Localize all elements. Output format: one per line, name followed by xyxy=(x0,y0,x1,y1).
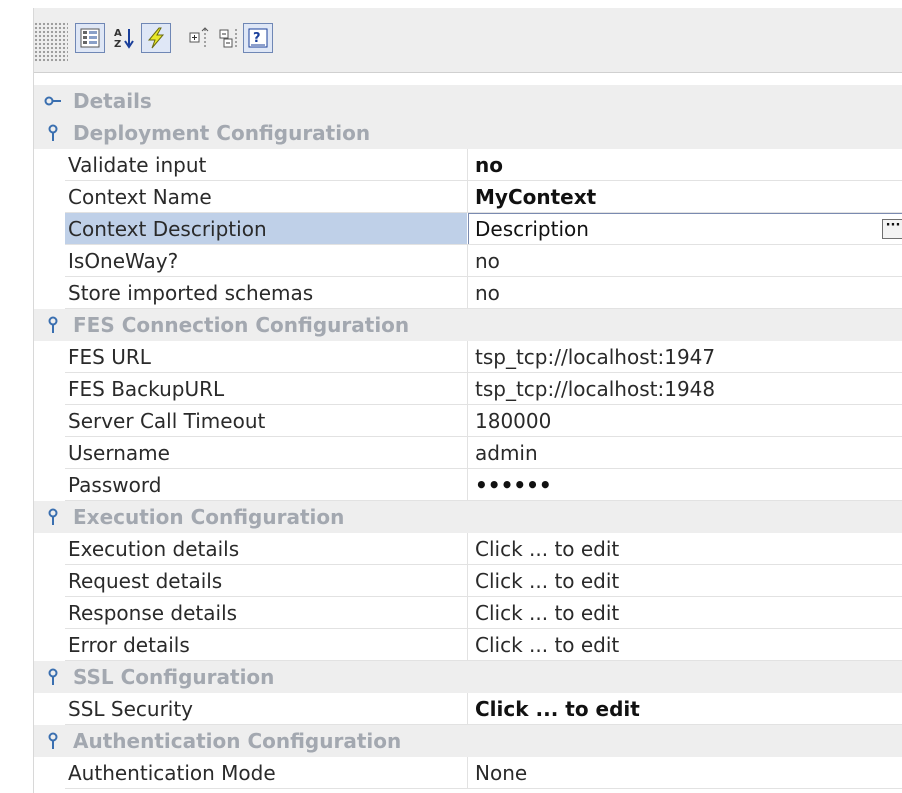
events-view-button[interactable] xyxy=(141,23,171,53)
category-deployment-configuration[interactable]: Deployment Configuration xyxy=(34,117,902,149)
property-name: Password xyxy=(68,473,162,497)
category-label: SSL Configuration xyxy=(73,665,275,689)
toolbar-grip[interactable] xyxy=(34,22,68,62)
property-name: Error details xyxy=(68,633,190,657)
category-label: FES Connection Configuration xyxy=(73,313,410,337)
collapse-all-button[interactable] xyxy=(214,23,244,53)
property-value[interactable]: Click ... to edit xyxy=(475,693,640,725)
property-row-authentication-mode[interactable]: Authentication Mode None xyxy=(34,757,902,789)
property-name: FES BackupURL xyxy=(68,377,225,401)
help-description-button[interactable]: ? xyxy=(243,23,273,53)
property-value[interactable]: None xyxy=(475,757,527,789)
category-fes-connection-configuration[interactable]: FES Connection Configuration xyxy=(34,309,902,341)
property-editor: ··· xyxy=(468,213,902,245)
property-name: Validate input xyxy=(68,153,207,177)
context-description-input[interactable] xyxy=(475,216,855,242)
lightning-icon xyxy=(145,27,167,49)
category-label: Details xyxy=(73,89,152,113)
ellipsis-button[interactable]: ··· xyxy=(882,219,902,239)
expand-all-icon xyxy=(188,27,210,49)
sort-alphabetical-button[interactable]: A Z xyxy=(109,23,139,53)
collapse-all-icon xyxy=(218,27,240,49)
svg-text:?: ? xyxy=(253,31,261,46)
property-row-store-imported-schemas[interactable]: Store imported schemas no xyxy=(34,277,902,309)
property-value[interactable]: •••••• xyxy=(475,469,552,501)
property-value[interactable]: tsp_tcp://localhost:1948 xyxy=(475,373,715,405)
category-label: Authentication Configuration xyxy=(73,729,402,753)
property-value[interactable]: MyContext xyxy=(475,181,596,213)
property-value[interactable]: 180000 xyxy=(475,405,551,437)
property-name: Store imported schemas xyxy=(68,281,314,305)
category-execution-configuration[interactable]: Execution Configuration xyxy=(34,501,902,533)
property-name: Context Name xyxy=(68,185,212,209)
property-row-isoneway[interactable]: IsOneWay? no xyxy=(34,245,902,277)
property-row-validate-input[interactable]: Validate input no xyxy=(34,149,902,181)
category-authentication-configuration[interactable]: Authentication Configuration xyxy=(34,725,902,757)
svg-text:A: A xyxy=(114,28,122,39)
property-name: Authentication Mode xyxy=(68,761,276,785)
property-grid: Details Deployment Configuration Validat… xyxy=(34,85,902,789)
property-sheet: A Z ? Details Deployment Configuration V… xyxy=(33,8,902,793)
property-name: FES URL xyxy=(68,345,151,369)
category-label: Execution Configuration xyxy=(73,505,345,529)
sort-alphabetical-icon: A Z xyxy=(113,26,135,50)
property-name: Server Call Timeout xyxy=(68,409,266,433)
property-row-username[interactable]: Username admin xyxy=(34,437,902,469)
property-value[interactable]: Click ... to edit xyxy=(475,629,619,661)
category-label: Deployment Configuration xyxy=(73,121,371,145)
category-details[interactable]: Details xyxy=(34,85,902,117)
property-row-error-details[interactable]: Error details Click ... to edit xyxy=(34,629,902,661)
categorized-view-button[interactable] xyxy=(75,23,105,53)
property-toolbar: A Z ? xyxy=(34,8,902,73)
property-name: Response details xyxy=(68,601,238,625)
help-description-icon: ? xyxy=(247,27,269,49)
expanded-toggle-icon[interactable] xyxy=(40,309,66,341)
property-name: Context Description xyxy=(65,213,467,245)
property-value[interactable]: admin xyxy=(475,437,538,469)
property-name: Username xyxy=(68,441,170,465)
collapsed-toggle-icon[interactable] xyxy=(40,85,66,117)
property-value[interactable]: Click ... to edit xyxy=(475,533,619,565)
category-ssl-configuration[interactable]: SSL Configuration xyxy=(34,661,902,693)
svg-text:Z: Z xyxy=(114,39,121,50)
property-row-response-details[interactable]: Response details Click ... to edit xyxy=(34,597,902,629)
property-row-context-name[interactable]: Context Name MyContext xyxy=(34,181,902,213)
property-row-ssl-security[interactable]: SSL Security Click ... to edit xyxy=(34,693,902,725)
property-row-context-description[interactable]: Context Description ··· xyxy=(34,213,902,245)
property-value[interactable]: no xyxy=(475,277,500,309)
property-name: IsOneWay? xyxy=(68,249,179,273)
property-value[interactable]: no xyxy=(475,245,500,277)
categorized-view-icon xyxy=(80,28,100,48)
property-name: Request details xyxy=(68,569,223,593)
expanded-toggle-icon[interactable] xyxy=(40,725,66,757)
property-row-server-call-timeout[interactable]: Server Call Timeout 180000 xyxy=(34,405,902,437)
property-row-password[interactable]: Password •••••• xyxy=(34,469,902,501)
property-name: SSL Security xyxy=(68,697,194,721)
property-row-fes-backupurl[interactable]: FES BackupURL tsp_tcp://localhost:1948 xyxy=(34,373,902,405)
expanded-toggle-icon[interactable] xyxy=(40,501,66,533)
property-row-execution-details[interactable]: Execution details Click ... to edit xyxy=(34,533,902,565)
property-value[interactable]: tsp_tcp://localhost:1947 xyxy=(475,341,715,373)
property-row-request-details[interactable]: Request details Click ... to edit xyxy=(34,565,902,597)
expanded-toggle-icon[interactable] xyxy=(40,661,66,693)
property-value[interactable]: Click ... to edit xyxy=(475,597,619,629)
property-name: Execution details xyxy=(68,537,240,561)
property-row-fes-url[interactable]: FES URL tsp_tcp://localhost:1947 xyxy=(34,341,902,373)
property-value[interactable]: no xyxy=(475,149,503,181)
expanded-toggle-icon[interactable] xyxy=(40,117,66,149)
expand-all-button[interactable] xyxy=(184,23,214,53)
property-value[interactable]: Click ... to edit xyxy=(475,565,619,597)
